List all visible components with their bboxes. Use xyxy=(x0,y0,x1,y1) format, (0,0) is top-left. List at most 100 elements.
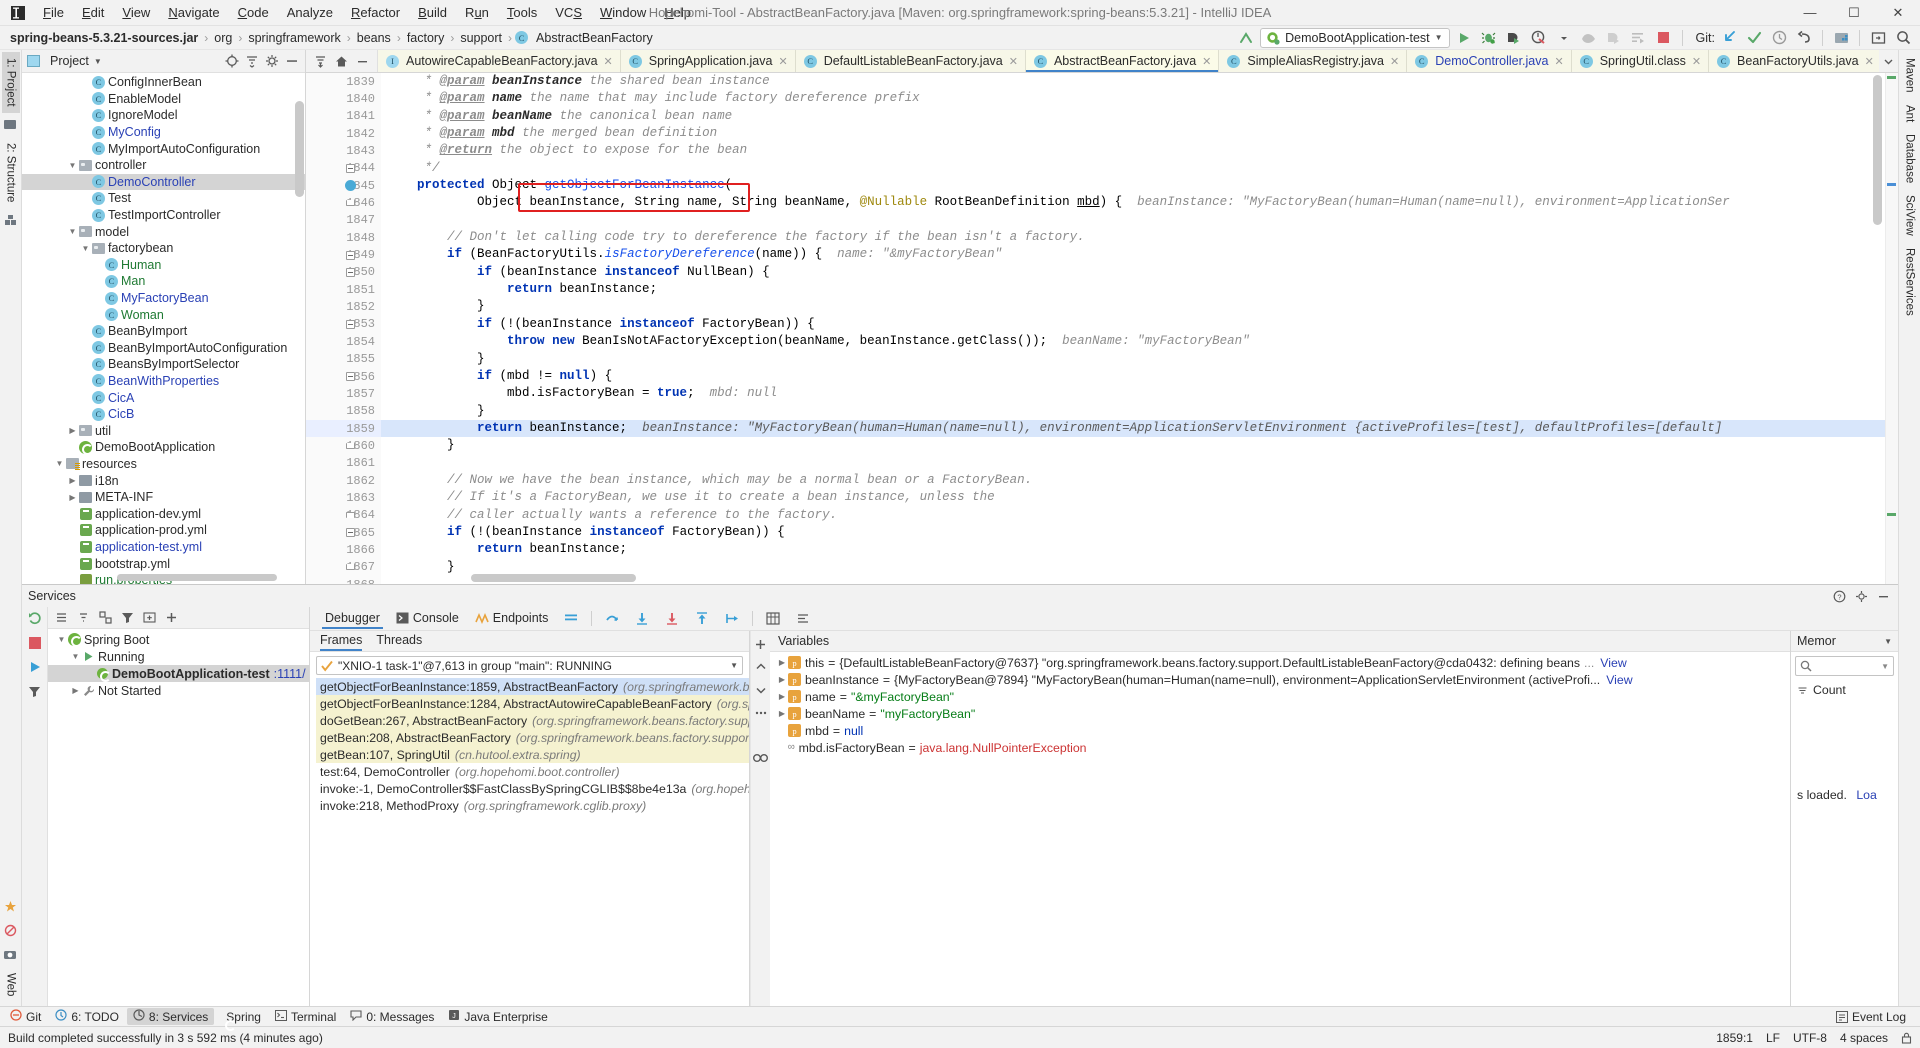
menu-build[interactable]: Build xyxy=(409,2,456,23)
fold-marker[interactable] xyxy=(343,194,357,211)
project-tree-item[interactable]: C BeansByImportSelector xyxy=(22,356,305,373)
variables-list[interactable]: ▶ p this = {DefaultListableBeanFactory@7637}… xyxy=(770,652,1790,1006)
run-coverage-icon[interactable] xyxy=(1503,28,1525,48)
project-tree-item[interactable]: C IgnoreModel xyxy=(22,107,305,124)
code-area[interactable]: * @param beanInstance the shared bean in… xyxy=(381,73,1898,584)
editor-tab[interactable]: I AutowireCapableBeanFactory.java ✕ xyxy=(378,50,621,72)
project-tree-item[interactable]: C MyConfig xyxy=(22,124,305,141)
fold-marker[interactable] xyxy=(343,212,357,229)
editor-tab[interactable]: C DefaultListableBeanFactory.java ✕ xyxy=(795,50,1026,72)
tree-expand-arrow[interactable]: ▼ xyxy=(67,161,78,170)
project-tree-item[interactable]: application-test.yml xyxy=(22,539,305,556)
run-configuration-selector[interactable]: DemoBootApplication-test ▼ xyxy=(1260,27,1450,48)
menu-code[interactable]: Code xyxy=(229,2,278,23)
breadcrumb-item-class[interactable]: AbstractBeanFactory xyxy=(532,30,657,46)
variable-expand-arrow[interactable]: ▶ xyxy=(776,692,788,701)
breadcrumb-item-support[interactable]: support xyxy=(456,30,506,46)
editor-tab[interactable]: C DemoController.java ✕ xyxy=(1407,50,1572,72)
variable-view-link[interactable]: View xyxy=(1606,673,1632,687)
editor-tabs[interactable]: I AutowireCapableBeanFactory.java ✕ C Spring… xyxy=(378,50,1879,72)
move-down-icon[interactable] xyxy=(753,682,769,698)
code-line[interactable]: // Don't let calling code try to derefer… xyxy=(381,229,1898,246)
gear-icon[interactable] xyxy=(263,52,281,70)
code-line[interactable]: * @param beanInstance the shared bean in… xyxy=(381,73,1898,90)
code-line[interactable]: if (!(beanInstance instanceof FactoryBea… xyxy=(381,524,1898,541)
close-icon[interactable]: ✕ xyxy=(1390,55,1399,68)
services-tree[interactable]: ▼ Spring Boot ▼ Running DemoBootApplication-… xyxy=(48,629,309,1006)
services-tree-item[interactable]: ▼ Spring Boot xyxy=(48,631,309,648)
menu-navigate[interactable]: Navigate xyxy=(159,2,228,23)
stop-icon[interactable] xyxy=(1653,28,1675,48)
debug-icon[interactable] xyxy=(1478,28,1500,48)
code-line[interactable]: } xyxy=(381,403,1898,420)
breadcrumb-item-org[interactable]: org xyxy=(210,30,236,46)
stack-frame-row[interactable]: doGetBean:267, AbstractBeanFactory (org.s… xyxy=(316,712,749,729)
tree-expand-arrow[interactable]: ▼ xyxy=(67,227,78,236)
editor-vertical-scrollbar[interactable] xyxy=(1873,75,1882,225)
stack-frame-row[interactable]: getBean:208, AbstractBeanFactory (org.spr… xyxy=(316,729,749,746)
memory-search-box[interactable]: ▼ xyxy=(1795,656,1894,676)
code-line[interactable]: return beanInstance; beanInstance: "MyFa… xyxy=(381,419,1898,438)
code-line[interactable]: mbd.isFactoryBean = true; mbd: null xyxy=(381,385,1898,402)
add-service-icon[interactable] xyxy=(163,610,179,626)
more-icon[interactable] xyxy=(753,705,769,721)
commit-rail-icon[interactable] xyxy=(3,117,19,133)
project-tree-item[interactable]: ▼ model xyxy=(22,223,305,240)
tool-window-button-todo[interactable]: 6: TODO xyxy=(49,1008,125,1025)
git-rollback-icon[interactable] xyxy=(1793,28,1815,48)
code-line[interactable]: return beanInstance; xyxy=(381,541,1898,558)
fold-marker[interactable] xyxy=(343,455,357,472)
fold-marker[interactable] xyxy=(343,298,357,315)
stack-frame-row[interactable]: getBean:107, SpringUtil (cn.hutool.extra.… xyxy=(316,746,749,763)
fold-marker[interactable] xyxy=(343,541,357,558)
breadcrumb-item-jar[interactable]: spring-beans-5.3.21-sources.jar xyxy=(6,30,202,46)
search-everywhere-icon[interactable] xyxy=(1892,28,1914,48)
step-out-icon[interactable] xyxy=(598,609,626,629)
tree-expand-arrow[interactable]: ▼ xyxy=(56,635,67,644)
project-horizontal-scrollbar[interactable] xyxy=(117,574,277,581)
fold-marker[interactable] xyxy=(343,108,357,125)
fold-marker[interactable] xyxy=(343,437,357,454)
fold-marker[interactable] xyxy=(343,368,357,385)
gear-icon[interactable] xyxy=(1852,587,1870,605)
code-line[interactable]: * @return the object to expose for the b… xyxy=(381,142,1898,159)
stop-services-icon[interactable] xyxy=(27,635,43,651)
tool-window-button-messages[interactable]: 0: Messages xyxy=(344,1009,440,1025)
services-tree-item[interactable]: ▶ Not Started xyxy=(48,682,309,699)
stack-frame-row[interactable]: invoke:-1, DemoController$$FastClassBySp… xyxy=(316,780,749,797)
editor-tabs-overflow[interactable] xyxy=(1879,50,1898,72)
mute-breakpoints-icon[interactable] xyxy=(789,609,817,629)
code-line[interactable]: return beanInstance; xyxy=(381,281,1898,298)
stack-frame-row[interactable]: test:64, DemoController (org.hopehomi.boo… xyxy=(316,763,749,780)
project-tree-item[interactable]: C Test xyxy=(22,190,305,207)
menu-refactor[interactable]: Refactor xyxy=(342,2,409,23)
rail-item-structure[interactable]: 2: Structure xyxy=(2,137,20,208)
project-tree-item[interactable]: ▶ util xyxy=(22,422,305,439)
caret-position[interactable]: 1859:1 xyxy=(1716,1031,1753,1045)
project-tree-item[interactable]: ▼ factorybean xyxy=(22,240,305,257)
line-separator[interactable]: LF xyxy=(1766,1031,1780,1045)
evaluate-icon[interactable] xyxy=(759,609,787,629)
variable-row[interactable]: ▶ p this = {DefaultListableBeanFactory@7637}… xyxy=(770,654,1790,671)
rail-item-ant[interactable]: Ant xyxy=(1901,99,1919,128)
close-icon[interactable]: ✕ xyxy=(1692,55,1701,68)
locate-icon[interactable] xyxy=(223,52,241,70)
editor-tab[interactable]: C SimpleAliasRegistry.java ✕ xyxy=(1219,50,1408,72)
fold-marker[interactable] xyxy=(343,489,357,506)
project-tree-item[interactable]: C Woman xyxy=(22,306,305,323)
fold-marker[interactable] xyxy=(343,472,357,489)
filter-icon[interactable] xyxy=(119,610,135,626)
fold-marker[interactable] xyxy=(343,177,357,194)
expand-all-icon[interactable] xyxy=(53,610,69,626)
tab-threads[interactable]: Threads xyxy=(376,633,422,650)
tree-expand-arrow[interactable]: ▶ xyxy=(70,686,81,695)
tab-debugger[interactable]: Debugger xyxy=(318,608,387,629)
project-tree-item[interactable]: bootstrap.yml xyxy=(22,555,305,572)
git-update-icon[interactable] xyxy=(1718,28,1740,48)
menu-view[interactable]: View xyxy=(113,2,159,23)
project-tree-item[interactable]: C ConfigInnerBean xyxy=(22,74,305,91)
code-line[interactable]: // caller actually wants a reference to … xyxy=(381,507,1898,524)
add-tab-icon[interactable] xyxy=(141,610,157,626)
stack-frame-row[interactable]: getObjectForBeanInstance:1284, AbstractA… xyxy=(316,695,749,712)
close-icon[interactable]: ✕ xyxy=(778,55,787,68)
